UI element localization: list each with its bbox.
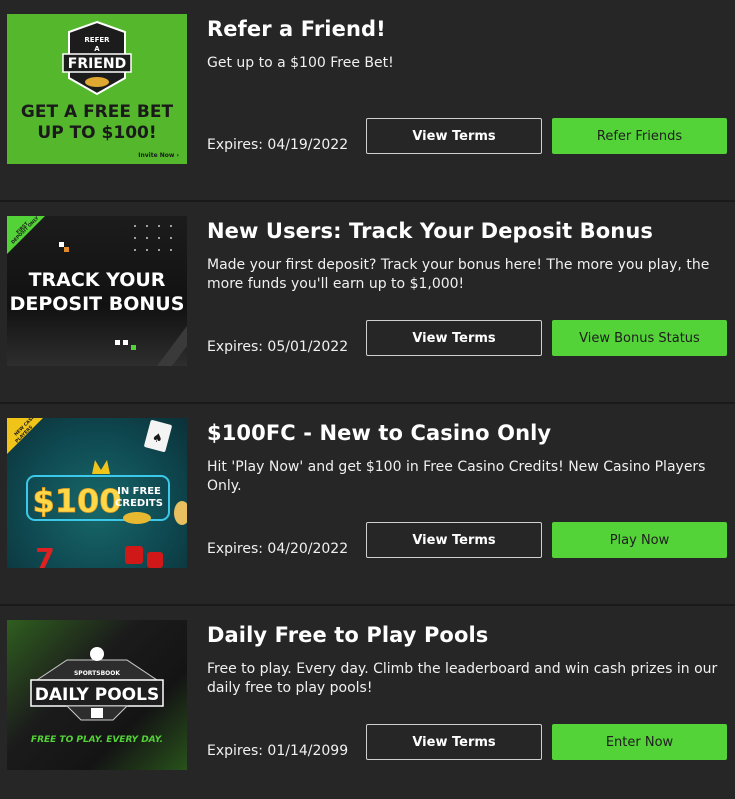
- badge-main-text: FRIEND: [68, 56, 126, 72]
- crown-logo-icon: [90, 647, 104, 661]
- coin-stack-icon: [123, 512, 151, 524]
- track-deposit-bonus-artwork: FIRST DEPOSIT ONLY TRACK YOUR DEPOSIT BO…: [7, 216, 187, 366]
- badge-top-text: REFER: [84, 36, 110, 44]
- credits-line-1: IN FREE: [117, 486, 161, 497]
- headline-line-2: DEPOSIT BONUS: [10, 293, 185, 315]
- refer-a-friend-banner-image[interactable]: REFER A FRIEND GET A FREE BET UP TO $100…: [7, 14, 187, 164]
- headline-text: DAILY POOLS: [35, 685, 159, 705]
- promo-description: Free to play. Every day. Climb the leade…: [207, 661, 718, 696]
- tagline-text: FREE TO PLAY. EVERY DAY.: [31, 735, 163, 745]
- pixel-square-orange: [64, 247, 69, 252]
- promo-description: Made your first deposit? Track your bonu…: [207, 257, 710, 292]
- badge-mid-text: A: [94, 45, 100, 53]
- dice-icon-2: [147, 552, 163, 568]
- view-terms-button[interactable]: View Terms: [366, 118, 542, 154]
- promo-title: $100FC - New to Casino Only: [207, 421, 552, 445]
- promo-title: New Users: Track Your Deposit Bonus: [207, 219, 653, 243]
- promo-expiry-date: Expires: 04/19/2022: [207, 137, 349, 153]
- promo-card-track-deposit-bonus: FIRST DEPOSIT ONLY TRACK YOUR DEPOSIT BO…: [0, 202, 735, 404]
- promotions-list: REFER A FRIEND GET A FREE BET UP TO $100…: [0, 0, 735, 799]
- credit-amount-text: $100: [32, 482, 121, 520]
- promo-card-refer-a-friend: REFER A FRIEND GET A FREE BET UP TO $100…: [0, 0, 735, 202]
- promo-description: Get up to a $100 Free Bet!: [207, 55, 394, 71]
- promo-card-daily-pools: SPORTSBOOK DAILY POOLS FREE TO PLAY. EVE…: [0, 606, 735, 799]
- view-terms-button[interactable]: View Terms: [366, 522, 542, 558]
- daily-pools-banner-image[interactable]: SPORTSBOOK DAILY POOLS FREE TO PLAY. EVE…: [7, 620, 187, 770]
- promo-card-casino-100fc: NEW CASINO PLAYERS ♠ $100 IN FREE CREDIT…: [0, 404, 735, 606]
- pool-ticket-icon: [91, 708, 103, 718]
- pixel-square-green: [131, 345, 136, 350]
- promo-description: Hit 'Play Now' and get $100 in Free Casi…: [207, 459, 706, 494]
- brand-text: SPORTSBOOK: [74, 670, 120, 677]
- pixel-square-white: [59, 242, 64, 247]
- refer-friends-button[interactable]: Refer Friends: [552, 118, 727, 154]
- refer-a-friend-artwork: REFER A FRIEND GET A FREE BET UP TO $100…: [21, 20, 180, 159]
- enter-now-button[interactable]: Enter Now: [552, 724, 727, 760]
- promo-expiry-date: Expires: 05/01/2022: [207, 339, 349, 355]
- crown-icon: [92, 460, 110, 474]
- promo-expiry-date: Expires: 04/20/2022: [207, 541, 349, 557]
- dice-icon: [125, 546, 143, 564]
- view-terms-button[interactable]: View Terms: [366, 724, 542, 760]
- promo-expiry-date: Expires: 01/14/2099: [207, 743, 349, 759]
- handshake-icon: [85, 77, 109, 87]
- promo-title: Daily Free to Play Pools: [207, 623, 489, 647]
- casino-free-credits-artwork: NEW CASINO PLAYERS ♠ $100 IN FREE CREDIT…: [7, 418, 187, 568]
- headline-line-2: UP TO $100!: [37, 123, 156, 143]
- play-now-button[interactable]: Play Now: [552, 522, 727, 558]
- headline-line-1: GET A FREE BET: [21, 102, 174, 122]
- pixel-square-white-2: [115, 340, 120, 345]
- stripe-decoration: [157, 326, 187, 366]
- promo-title: Refer a Friend!: [207, 17, 386, 41]
- pixel-square-white-3: [123, 340, 128, 345]
- daily-pools-artwork: SPORTSBOOK DAILY POOLS FREE TO PLAY. EVE…: [30, 647, 164, 745]
- view-bonus-status-button[interactable]: View Bonus Status: [552, 320, 727, 356]
- lucky-seven-icon: 7: [35, 542, 54, 568]
- track-deposit-bonus-banner-image[interactable]: FIRST DEPOSIT ONLY TRACK YOUR DEPOSIT BO…: [7, 216, 187, 366]
- dot-grid-decoration: [134, 225, 172, 251]
- casino-free-credits-banner-image[interactable]: NEW CASINO PLAYERS ♠ $100 IN FREE CREDIT…: [7, 418, 187, 568]
- coin-icon: [174, 501, 187, 525]
- view-terms-button[interactable]: View Terms: [366, 320, 542, 356]
- headline-line-1: TRACK YOUR: [29, 269, 166, 291]
- invite-now-link-text: Invite Now ›: [138, 152, 179, 159]
- credits-line-2: CREDITS: [115, 498, 163, 509]
